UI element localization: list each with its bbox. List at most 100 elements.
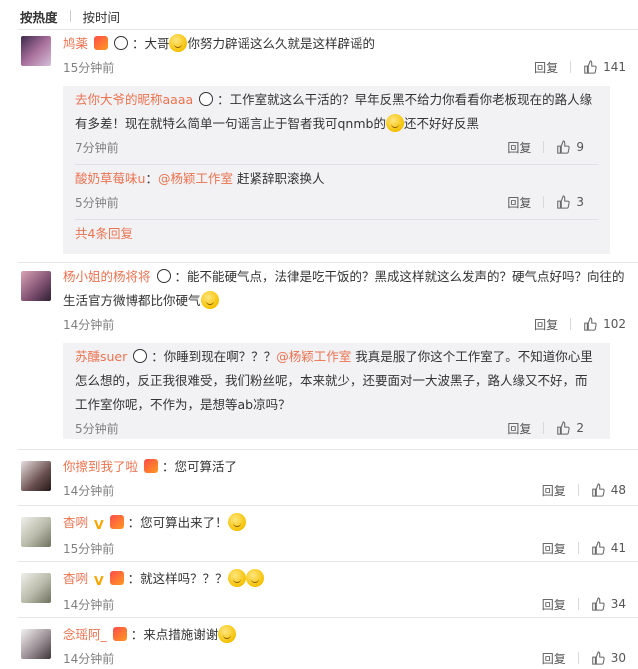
comment-actions: 回复 34 (542, 596, 626, 613)
reply-button[interactable]: 回复 (534, 316, 558, 333)
crown-badge-icon (94, 36, 108, 50)
thumbs-up-icon[interactable] (591, 597, 605, 611)
timestamp: 5分钟前 (75, 421, 119, 436)
reply-text: 苏醺suer ：你睡到现在啊？？？@杨颖工作室 我真是服了你这个工作室了。不知道… (75, 345, 598, 417)
verified-v-icon: V (94, 573, 104, 588)
thumbs-up-icon[interactable] (556, 421, 571, 435)
username-link[interactable]: 去你大爷的昵称aaaa (75, 92, 193, 107)
comment-text: 杳咧 V ：您可算出来了！ (63, 511, 626, 537)
reply-body: 还不好好反黑 (403, 116, 479, 131)
panda-badge-icon (199, 92, 214, 106)
comment-meta: 14分钟前 回复 30 (63, 647, 626, 669)
reply-body: ： (145, 171, 158, 186)
reply-meta: 7分钟前 回复 9 (75, 136, 598, 158)
timestamp: 14分钟前 (63, 483, 115, 498)
timestamp: 15分钟前 (63, 60, 115, 75)
timestamp: 5分钟前 (75, 195, 119, 210)
like-count: 141 (603, 60, 626, 74)
reply-button[interactable]: 回复 (542, 596, 566, 613)
username-link[interactable]: 你擦到我了啦 (63, 459, 138, 474)
sort-by-time-tab[interactable]: 按时间 (83, 7, 121, 26)
thumbs-up-icon[interactable] (556, 140, 571, 154)
avatar[interactable] (21, 517, 51, 547)
smile-emoji-icon (169, 34, 188, 52)
reply-button[interactable]: 回复 (507, 139, 531, 156)
divider (75, 219, 598, 220)
thumbs-up-icon[interactable] (591, 483, 605, 497)
divider (577, 598, 579, 610)
thumbs-up-icon[interactable] (583, 60, 597, 74)
comment-meta: 14分钟前 回复 34 (63, 593, 626, 615)
panda-badge-icon (113, 36, 128, 50)
comment-text: 鸠薬 ：大哥 你努力辟谣这么久就是这样辟谣的 (63, 32, 626, 56)
like-count: 9 (576, 140, 584, 154)
divider (18, 262, 638, 263)
divider (18, 561, 638, 562)
comment-text: 杨小姐的杨将将 ：能不能硬气点，法律是吃干饭的？黑成这样就这么发声的？硬气点好吗… (63, 265, 626, 313)
username-link[interactable]: 酸奶草莓味u (75, 171, 145, 186)
panda-badge-icon (156, 269, 171, 283)
reply-button[interactable]: 回复 (534, 59, 558, 76)
reply-list: 去你大爷的昵称aaaa ：工作室就这么干活的？早年反黑不给力你看看你老板现在的路… (63, 86, 610, 254)
comment-actions: 回复 141 (534, 59, 626, 76)
smile-emoji-icon (227, 513, 246, 531)
comment-body: ：就这样吗？？？ (127, 571, 228, 586)
more-replies: 共4条回复 (63, 222, 610, 246)
divider (570, 318, 572, 330)
crown-badge-icon (109, 515, 124, 529)
username-link[interactable]: 念瑶阿_ (63, 627, 107, 642)
username-link[interactable]: 鸠薬 (63, 36, 88, 51)
reply-button[interactable]: 回复 (507, 420, 531, 437)
username-link[interactable]: 苏醺suer (75, 349, 127, 364)
comment-meta: 15分钟前 回复 41 (63, 537, 626, 559)
avatar[interactable] (21, 629, 51, 659)
reply-actions: 回复 9 (507, 139, 584, 156)
more-replies-link[interactable]: 共4条回复 (75, 222, 598, 246)
comment-meta: 15分钟前 回复 141 (63, 56, 626, 78)
mention-link[interactable]: @杨颖工作室 (276, 349, 351, 364)
comment-meta: 14分钟前 回复 102 (63, 313, 626, 335)
panda-badge-icon (133, 349, 148, 363)
divider (577, 484, 579, 496)
divider (18, 29, 638, 30)
reply-item: 去你大爷的昵称aaaa ：工作室就这么干活的？早年反黑不给力你看看你老板现在的路… (63, 86, 610, 158)
avatar[interactable] (21, 461, 51, 491)
reply-button[interactable]: 回复 (542, 650, 566, 667)
thumbs-up-icon[interactable] (583, 317, 597, 331)
thumbs-up-icon[interactable] (591, 651, 605, 665)
comment-body: ：来点措施谢谢 (130, 627, 219, 642)
username-link[interactable]: 杳咧 (63, 515, 88, 530)
username-link[interactable]: 杳咧 (63, 571, 88, 586)
avatar[interactable] (21, 36, 51, 66)
thumbs-up-icon[interactable] (591, 541, 605, 555)
mention-link[interactable]: @杨颖工作室 (158, 171, 233, 186)
reply-button[interactable]: 回复 (507, 194, 531, 211)
divider (69, 10, 71, 22)
comment-text: 杳咧 V ：就这样吗？？？ (63, 567, 626, 593)
username-link[interactable]: 杨小姐的杨将将 (63, 269, 151, 284)
divider (577, 542, 579, 554)
like-count: 48 (610, 483, 626, 497)
comment-actions: 回复 30 (542, 650, 626, 667)
sort-by-hot-tab[interactable]: 按热度 (20, 7, 58, 26)
comment-item: 杳咧 V ：就这样吗？？？ 14分钟前 回复 34 (18, 567, 638, 617)
comment-text: 念瑶阿_ ：来点措施谢谢 (63, 623, 626, 647)
divider (543, 422, 545, 434)
like-count: 30 (610, 651, 626, 665)
divider (75, 164, 598, 165)
like-count: 102 (603, 317, 626, 331)
avatar[interactable] (21, 271, 51, 301)
reply-button[interactable]: 回复 (542, 482, 566, 499)
smile-emoji-icon (227, 569, 246, 587)
divider (18, 505, 638, 506)
reply-item: 苏醺suer ：你睡到现在啊？？？@杨颖工作室 我真是服了你这个工作室了。不知道… (63, 343, 610, 439)
timestamp: 7分钟前 (75, 140, 119, 155)
reply-button[interactable]: 回复 (542, 540, 566, 557)
reply-body: ：你睡到现在啊？？？ (151, 349, 277, 364)
sort-bar: 按热度 按时间 (20, 7, 120, 25)
avatar[interactable] (21, 573, 51, 603)
comment-text: 你擦到我了啦 ：您可算活了 (63, 455, 626, 479)
verified-v-icon: V (94, 517, 104, 532)
comment-item: 念瑶阿_ ：来点措施谢谢 14分钟前 回复 30 (18, 623, 638, 668)
thumbs-up-icon[interactable] (556, 195, 571, 209)
